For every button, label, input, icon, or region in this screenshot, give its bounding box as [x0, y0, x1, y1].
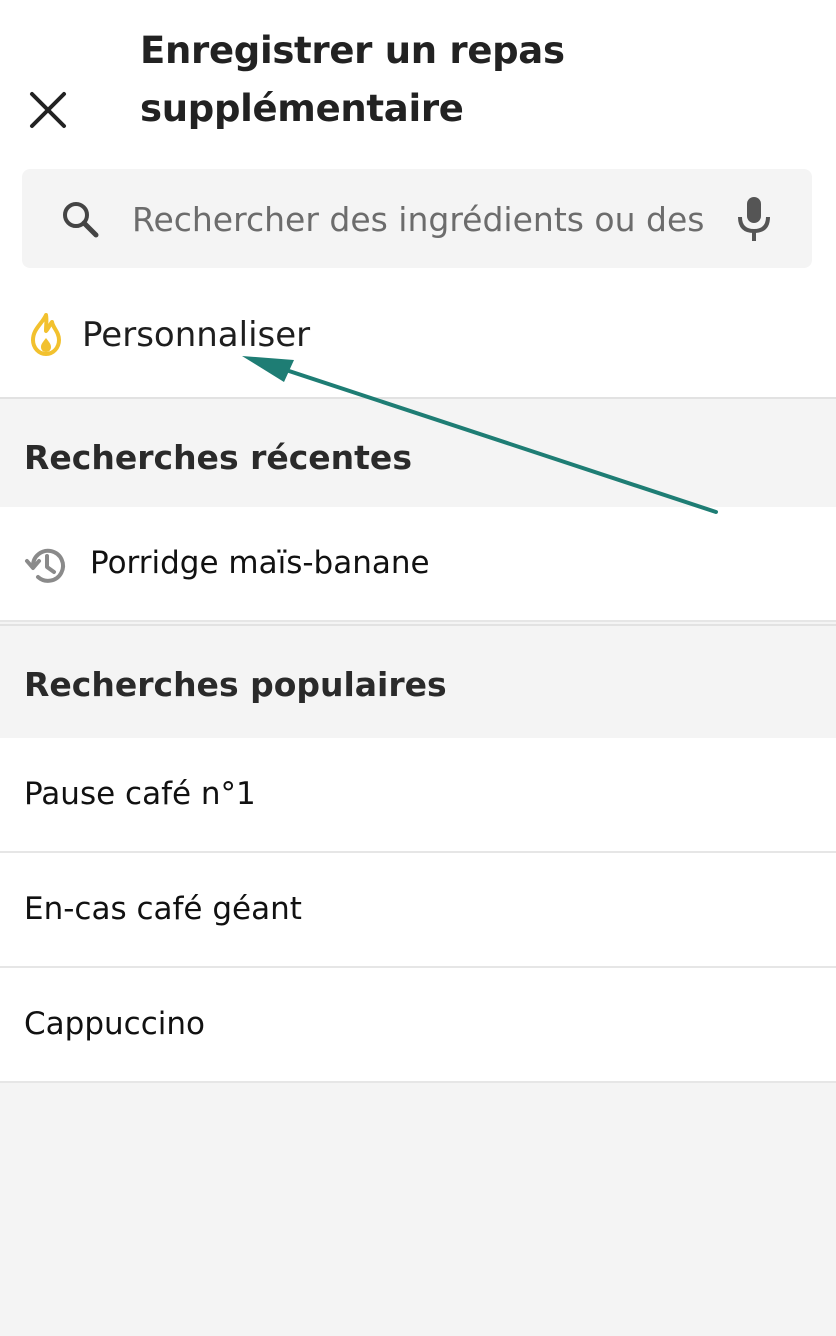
close-icon	[30, 92, 66, 128]
flame-icon	[31, 313, 61, 356]
recent-searches-header: Recherches récentes	[0, 397, 836, 507]
recent-searches-title: Recherches récentes	[24, 438, 412, 477]
microphone-icon[interactable]	[734, 195, 774, 243]
app-screen: Enregistrer un repas supplémentaire Pers…	[0, 0, 836, 1336]
recent-search-item[interactable]: Porridge maïs-banane	[0, 507, 836, 622]
page-title-line-1: Enregistrer un repas	[140, 29, 565, 72]
popular-search-item[interactable]: Pause café n°1	[0, 738, 836, 853]
search-input[interactable]	[132, 193, 732, 245]
personalize-button[interactable]: Personnaliser	[0, 300, 836, 372]
popular-search-label: En-cas café géant	[24, 891, 302, 927]
popular-search-label: Pause café n°1	[24, 776, 256, 812]
search-bar	[22, 169, 812, 268]
history-icon	[25, 548, 65, 583]
page-title: Enregistrer un repas supplémentaire	[140, 22, 800, 138]
personalize-label: Personnaliser	[82, 315, 311, 355]
popular-searches-header: Recherches populaires	[0, 624, 836, 734]
close-button[interactable]	[22, 82, 74, 138]
empty-area	[0, 1084, 836, 1336]
recent-search-label: Porridge maïs-banane	[90, 545, 430, 581]
popular-search-item[interactable]: En-cas café géant	[0, 853, 836, 968]
popular-search-label: Cappuccino	[24, 1006, 205, 1042]
page-title-line-2: supplémentaire	[140, 87, 464, 130]
header-panel: Enregistrer un repas supplémentaire Pers…	[0, 0, 836, 397]
search-icon	[63, 202, 99, 238]
popular-searches-title: Recherches populaires	[24, 665, 447, 704]
popular-search-item[interactable]: Cappuccino	[0, 968, 836, 1083]
